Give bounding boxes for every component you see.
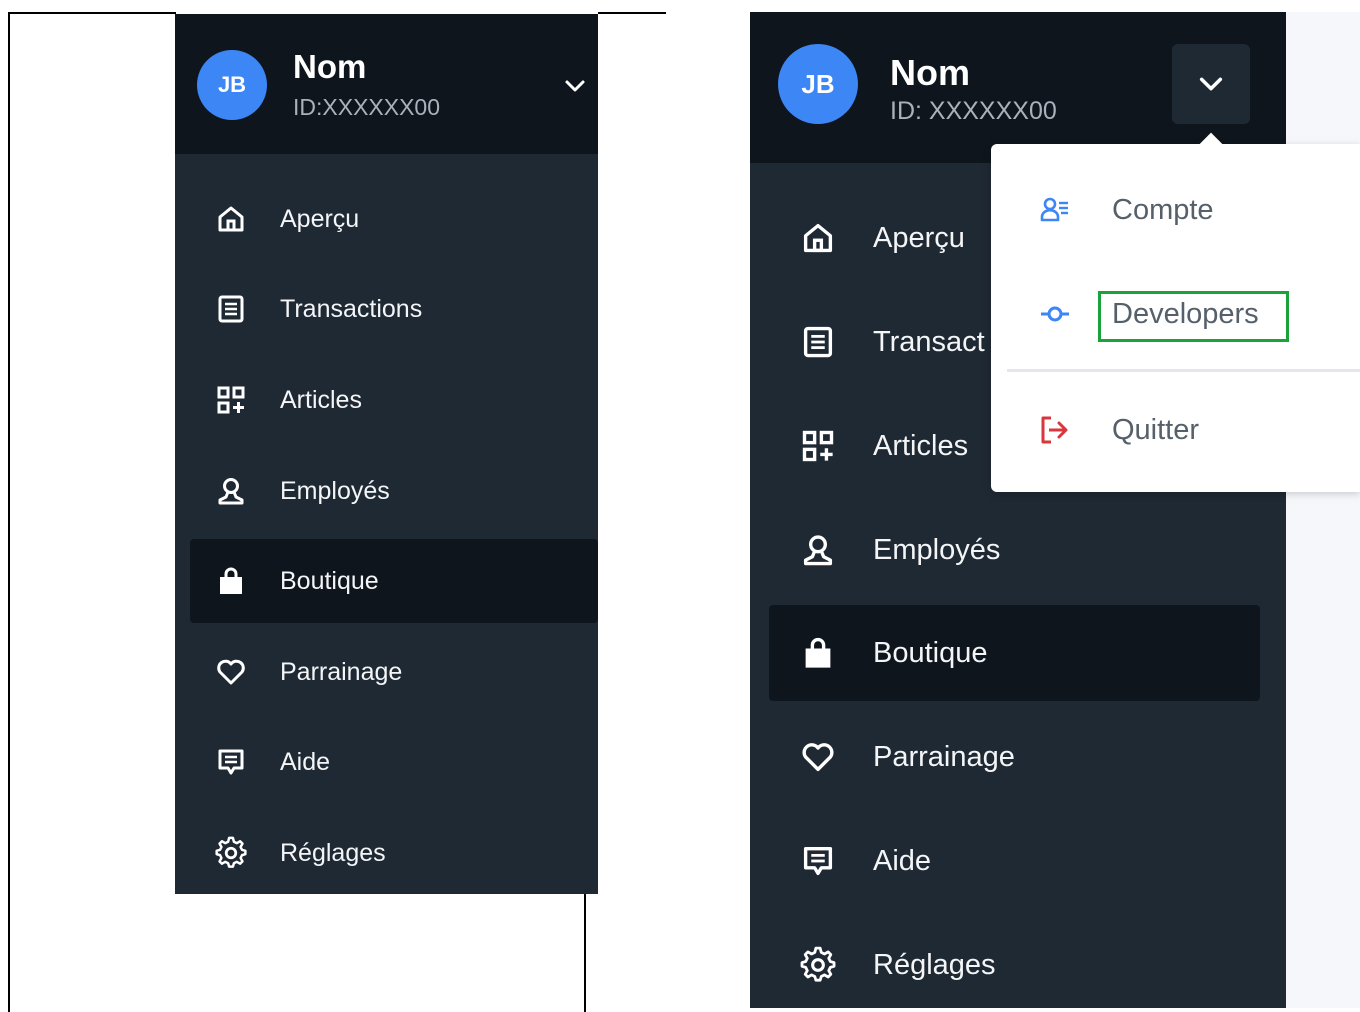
highlight-box xyxy=(1098,291,1289,342)
sidebar-item-label: Transactions xyxy=(280,294,423,323)
menu-item-label: Compte xyxy=(1112,193,1214,226)
sidebar-item-label: Employés xyxy=(873,533,1001,566)
user-name: Nom xyxy=(293,48,367,85)
user-id: ID:XXXXXX00 xyxy=(293,94,441,120)
receipt-icon xyxy=(796,320,840,364)
user-name: Nom xyxy=(890,52,970,93)
chevron-down-icon xyxy=(1197,70,1225,98)
sidebar-item-reglages[interactable]: Réglages xyxy=(175,811,598,894)
user-id: ID: XXXXXX00 xyxy=(890,97,1057,125)
chat-icon xyxy=(211,742,251,782)
sidebar-item-label: Parrainage xyxy=(873,740,1015,773)
menu-item-label: Quitter xyxy=(1112,413,1200,446)
sidebar-item-label: Aide xyxy=(280,747,331,776)
sidebar-item-employes[interactable]: Employés xyxy=(750,502,1286,598)
sidebar-item-employes[interactable]: Employés xyxy=(175,449,598,533)
account-menu-toggle-button[interactable] xyxy=(1172,44,1250,124)
heart-icon xyxy=(796,735,840,779)
sidebar-item-boutique[interactable]: Boutique xyxy=(190,539,598,623)
frame-top-line xyxy=(8,12,176,14)
sidebar-item-aide[interactable]: Aide xyxy=(175,720,598,804)
home-icon xyxy=(211,199,251,239)
frame-top-line-2 xyxy=(598,12,666,14)
heart-icon xyxy=(211,652,251,692)
account-icon xyxy=(1039,194,1071,226)
shopping-bag-icon xyxy=(796,631,840,675)
menu-item-compte[interactable]: Compte xyxy=(991,170,1360,250)
person-icon xyxy=(796,528,840,572)
chat-icon xyxy=(796,839,840,883)
sidebar-item-label: Articles xyxy=(873,429,969,462)
api-icon xyxy=(1039,298,1071,330)
sidebar-item-label: Articles xyxy=(280,385,362,414)
sidebar-item-articles[interactable]: Articles xyxy=(175,358,598,442)
grid-plus-icon xyxy=(211,380,251,420)
menu-item-quitter[interactable]: Quitter xyxy=(991,390,1360,470)
sidebar-item-parrainage[interactable]: Parrainage xyxy=(750,709,1286,805)
home-icon xyxy=(796,216,840,260)
frame-middle-line xyxy=(584,894,586,1012)
sidebar-item-aide[interactable]: Aide xyxy=(750,813,1286,909)
sidebar-item-label: Employés xyxy=(280,476,390,505)
shopping-bag-icon xyxy=(211,561,251,601)
gear-icon xyxy=(796,943,840,987)
sidebar-item-boutique[interactable]: Boutique xyxy=(769,605,1260,701)
sidebar-item-label: Boutique xyxy=(873,636,988,669)
sidebar-item-label: Parrainage xyxy=(280,657,403,686)
sidebar-item-apercu[interactable]: Aperçu xyxy=(175,177,598,261)
sidebar-item-parrainage[interactable]: Parrainage xyxy=(175,630,598,714)
sidebar-item-label: Aide xyxy=(873,844,932,877)
gear-icon xyxy=(211,833,251,873)
sidebar-item-label: Transact xyxy=(873,325,985,358)
user-header[interactable]: JB Nom ID:XXXXXX00 xyxy=(175,14,598,154)
avatar[interactable]: JB xyxy=(197,50,267,120)
sidebar-item-reglages[interactable]: Réglages xyxy=(750,917,1286,1008)
sidebar-item-label: Boutique xyxy=(280,566,379,595)
chevron-down-icon[interactable] xyxy=(563,74,587,98)
avatar[interactable]: JB xyxy=(778,44,858,124)
menu-divider xyxy=(1007,369,1360,372)
account-dropdown-menu: Compte Developers Quitter xyxy=(991,132,1360,492)
sidebar-item-label: Aperçu xyxy=(873,221,965,254)
logout-icon xyxy=(1039,414,1071,446)
grid-plus-icon xyxy=(796,424,840,468)
sidebar-item-transactions[interactable]: Transactions xyxy=(175,267,598,351)
person-icon xyxy=(211,471,251,511)
sidebar-item-label: Réglages xyxy=(280,838,386,867)
frame-left-line xyxy=(8,12,10,1012)
sidebar-collapsed-menu: JB Nom ID:XXXXXX00 Aperçu Transactions A… xyxy=(175,14,598,894)
receipt-icon xyxy=(211,289,251,329)
sidebar-item-label: Réglages xyxy=(873,948,996,981)
sidebar-item-label: Aperçu xyxy=(280,204,360,233)
